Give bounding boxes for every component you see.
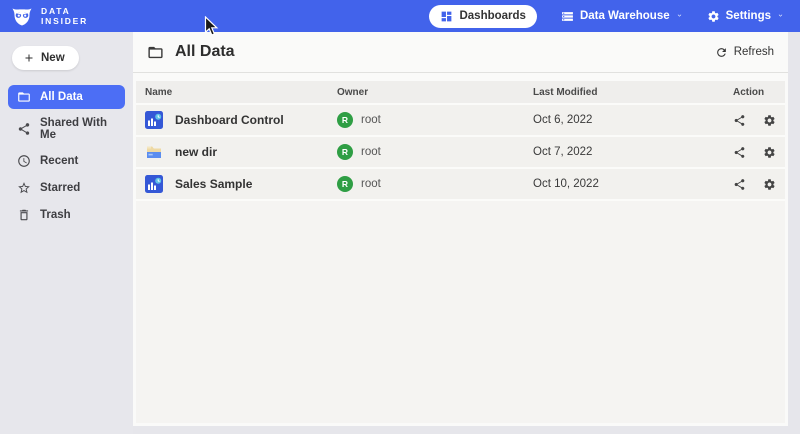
sidebar-list: All Data Shared With Me Recent Starred T… bbox=[8, 85, 125, 227]
column-header-action: Action bbox=[733, 87, 785, 98]
name-cell: Sales Sample bbox=[145, 175, 337, 193]
page-title-text: All Data bbox=[175, 43, 235, 61]
sidebar-item-trash[interactable]: Trash bbox=[8, 203, 125, 227]
table-header-row: Name Owner Last Modified Action bbox=[136, 81, 785, 103]
owner-avatar: R bbox=[337, 176, 353, 192]
share-button[interactable] bbox=[733, 114, 746, 127]
settings-button[interactable] bbox=[763, 178, 776, 191]
owl-logo-icon bbox=[10, 4, 34, 28]
owner-name: root bbox=[361, 146, 381, 158]
top-nav: Dashboards Data Warehouse Settings bbox=[429, 5, 784, 28]
name-cell: new dir bbox=[145, 143, 337, 161]
sidebar-item-all-data[interactable]: All Data bbox=[8, 85, 125, 109]
brand-name: DATA INSIDER bbox=[41, 6, 88, 26]
owner-name: root bbox=[361, 114, 381, 126]
item-name: Dashboard Control bbox=[175, 113, 284, 127]
settings-button[interactable] bbox=[763, 114, 776, 127]
share-icon bbox=[733, 114, 746, 127]
table-empty-area bbox=[136, 201, 785, 423]
settings-button[interactable] bbox=[763, 146, 776, 159]
page-title: All Data bbox=[147, 43, 235, 61]
last-modified-cell: Oct 7, 2022 bbox=[533, 146, 733, 158]
sidebar-item-label: Shared With Me bbox=[40, 117, 116, 141]
table-row[interactable]: Sales Sample R root Oct 10, 2022 bbox=[136, 169, 785, 199]
folder-icon bbox=[17, 90, 31, 104]
action-cell bbox=[733, 178, 785, 191]
chevron-down-icon bbox=[777, 12, 784, 19]
brand-line2: INSIDER bbox=[41, 16, 88, 26]
star-icon bbox=[17, 181, 31, 195]
dashboard-file-icon bbox=[145, 111, 163, 129]
folder-file-icon bbox=[145, 143, 163, 161]
owner-name: root bbox=[361, 178, 381, 190]
trash-icon bbox=[17, 208, 31, 222]
top-bar: DATA INSIDER Dashboards Data Warehouse S… bbox=[0, 0, 800, 32]
share-icon bbox=[17, 122, 31, 136]
column-header-last-modified: Last Modified bbox=[533, 87, 733, 98]
main-panel: All Data Refresh Name Owner Last Modifie… bbox=[133, 32, 788, 426]
last-modified-cell: Oct 10, 2022 bbox=[533, 178, 733, 190]
action-cell bbox=[733, 114, 785, 127]
data-table: Name Owner Last Modified Action Dashboar… bbox=[136, 81, 785, 423]
brand-logo: DATA INSIDER bbox=[10, 4, 88, 28]
table-row[interactable]: Dashboard Control R root Oct 6, 2022 bbox=[136, 105, 785, 135]
chevron-down-icon bbox=[676, 12, 683, 19]
share-button[interactable] bbox=[733, 146, 746, 159]
gear-icon bbox=[763, 178, 776, 191]
nav-settings-menu[interactable]: Settings bbox=[707, 10, 784, 23]
sidebar-item-recent[interactable]: Recent bbox=[8, 149, 125, 173]
brand-line1: DATA bbox=[41, 6, 88, 16]
dashboards-grid-icon bbox=[440, 10, 453, 23]
folder-icon bbox=[147, 44, 164, 61]
clock-icon bbox=[17, 154, 31, 168]
sidebar-item-label: Recent bbox=[40, 155, 78, 167]
new-button[interactable]: New bbox=[12, 46, 79, 70]
column-header-name: Name bbox=[145, 87, 337, 98]
nav-settings-label: Settings bbox=[726, 10, 771, 22]
share-button[interactable] bbox=[733, 178, 746, 191]
action-cell bbox=[733, 146, 785, 159]
dashboard-file-icon bbox=[145, 175, 163, 193]
nav-dashboards-button[interactable]: Dashboards bbox=[429, 5, 536, 28]
gear-icon bbox=[707, 10, 720, 23]
share-icon bbox=[733, 178, 746, 191]
nav-data-warehouse-menu[interactable]: Data Warehouse bbox=[561, 10, 683, 23]
plus-icon bbox=[23, 52, 35, 64]
item-name: Sales Sample bbox=[175, 177, 252, 191]
database-icon bbox=[561, 10, 574, 23]
item-name: new dir bbox=[175, 145, 217, 159]
sidebar: New All Data Shared With Me Recent Starr… bbox=[0, 32, 133, 434]
refresh-button[interactable]: Refresh bbox=[715, 46, 774, 59]
column-header-owner: Owner bbox=[337, 87, 533, 98]
gear-icon bbox=[763, 114, 776, 127]
panel-header: All Data Refresh bbox=[133, 32, 788, 73]
share-icon bbox=[733, 146, 746, 159]
owner-avatar: R bbox=[337, 144, 353, 160]
sidebar-item-label: Trash bbox=[40, 209, 71, 221]
name-cell: Dashboard Control bbox=[145, 111, 337, 129]
refresh-label: Refresh bbox=[734, 46, 774, 58]
sidebar-item-starred[interactable]: Starred bbox=[8, 176, 125, 200]
last-modified-cell: Oct 6, 2022 bbox=[533, 114, 733, 126]
sidebar-item-shared-with-me[interactable]: Shared With Me bbox=[8, 112, 125, 146]
nav-data-warehouse-label: Data Warehouse bbox=[580, 10, 670, 22]
new-button-label: New bbox=[41, 52, 65, 64]
nav-dashboards-label: Dashboards bbox=[459, 10, 525, 22]
gear-icon bbox=[763, 146, 776, 159]
sidebar-item-label: All Data bbox=[40, 91, 83, 103]
sidebar-item-label: Starred bbox=[40, 182, 80, 194]
owner-avatar: R bbox=[337, 112, 353, 128]
owner-cell: R root bbox=[337, 112, 533, 128]
owner-cell: R root bbox=[337, 144, 533, 160]
refresh-icon bbox=[715, 46, 728, 59]
owner-cell: R root bbox=[337, 176, 533, 192]
table-row[interactable]: new dir R root Oct 7, 2022 bbox=[136, 137, 785, 167]
